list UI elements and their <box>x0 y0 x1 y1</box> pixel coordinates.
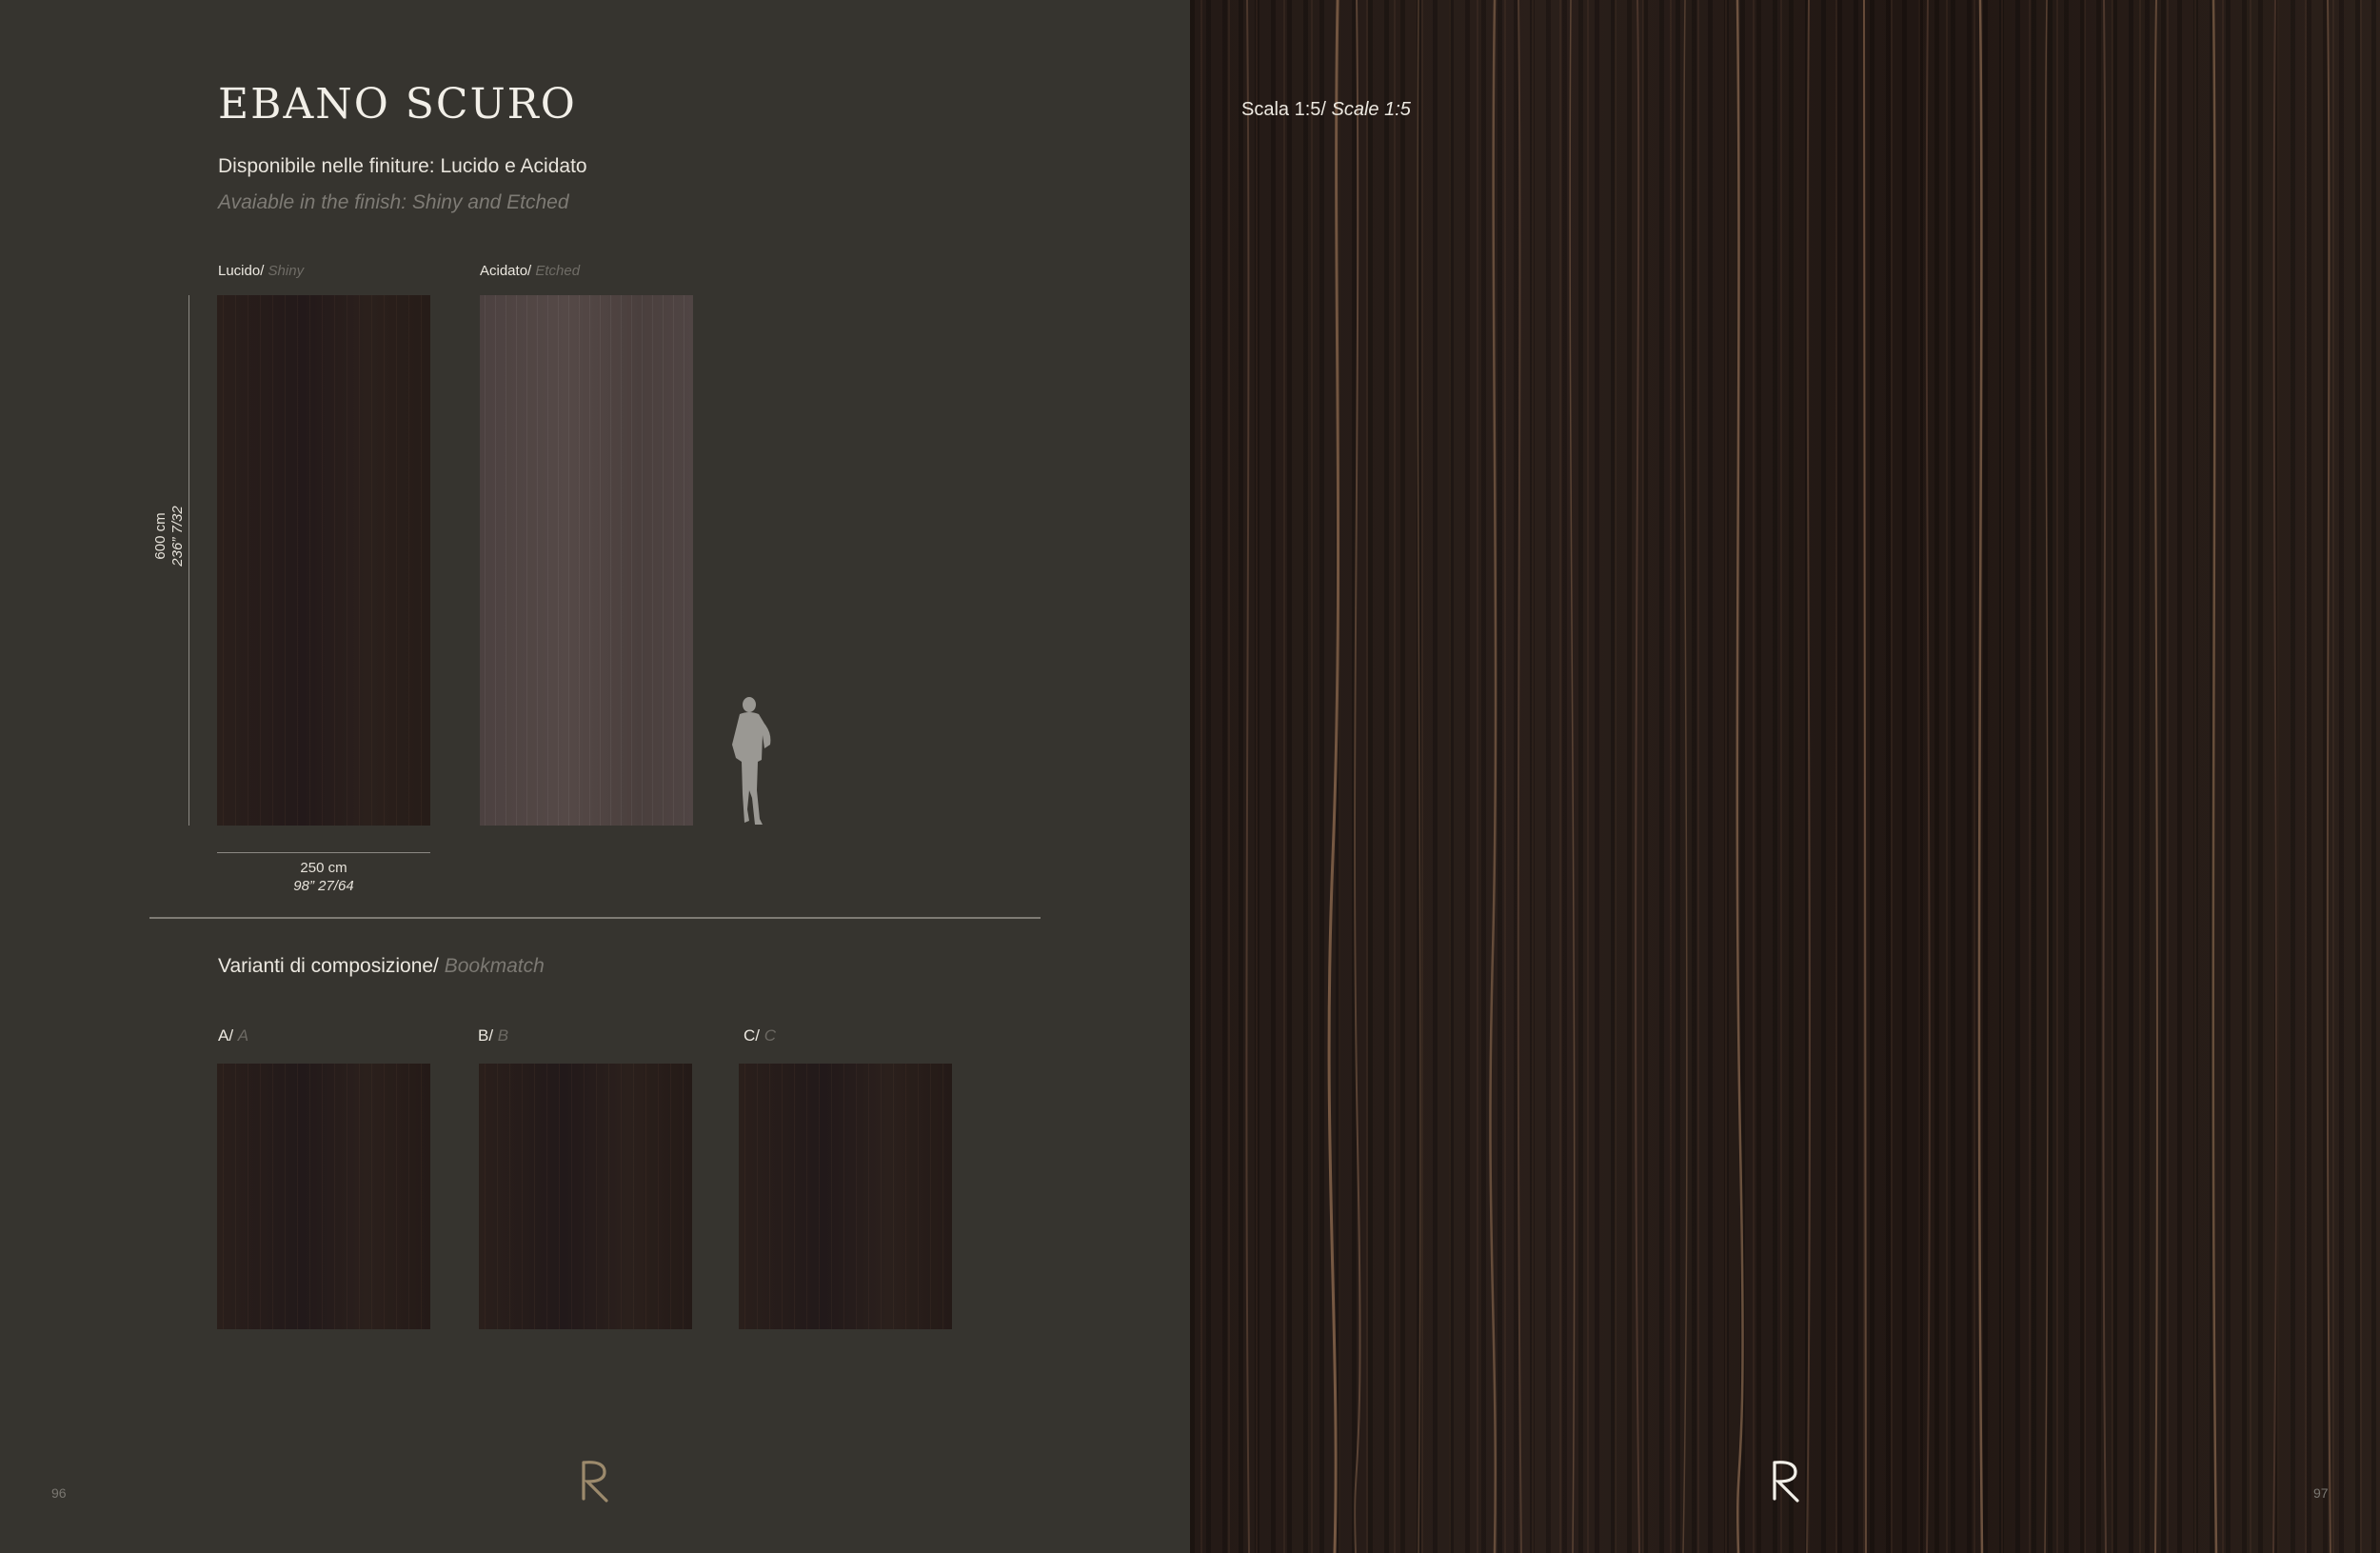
finish-label-etched: Acidato/ Etched <box>480 263 580 279</box>
scale-label-en: Scale 1:5 <box>1331 99 1411 120</box>
variant-label-b-en: B <box>497 1026 509 1045</box>
finish-label-etched-en: Etched <box>535 263 581 279</box>
variant-label-c: C/ C <box>744 1026 776 1045</box>
height-dimension-line <box>188 295 189 826</box>
wood-grain-texture <box>1245 0 2331 1553</box>
bookmatch-section-title: Varianti di composizione/ Bookmatch <box>218 955 545 978</box>
page-number-left: 96 <box>51 1485 67 1501</box>
variant-c-swatch <box>739 1064 952 1329</box>
variant-label-a-en: A <box>237 1026 249 1045</box>
variant-label-a: A/ A <box>218 1026 248 1045</box>
r-monogram-logo <box>582 1461 608 1503</box>
section-divider <box>149 917 1041 919</box>
width-dimension-imperial: 98” 27/64 <box>293 878 354 894</box>
scale-label: Scala 1:5/ Scale 1:5 <box>1241 99 1411 121</box>
finish-label-etched-it: Acidato/ <box>480 263 532 279</box>
variant-label-a-it: A/ <box>218 1026 234 1045</box>
slab-shiny-swatch <box>217 295 430 826</box>
finish-availability-en: Avaiable in the finish: Shiny and Etched <box>218 191 569 213</box>
variant-label-c-en: C <box>764 1026 777 1045</box>
bookmatch-title-it: Varianti di composizione/ <box>218 955 439 977</box>
person-silhouette-icon <box>732 697 771 825</box>
finish-availability-it: Disponibile nelle finiture: Lucido e Aci… <box>218 155 587 177</box>
variant-label-c-it: C/ <box>744 1026 760 1045</box>
scale-label-it: Scala 1:5/ <box>1241 99 1326 120</box>
page-title: EBANO SCURO <box>218 80 577 129</box>
right-page-wood-texture: Scala 1:5/ Scale 1:5 97 <box>1190 0 2380 1553</box>
variant-a-swatch <box>217 1064 430 1329</box>
r-monogram-logo-white <box>1773 1461 1799 1503</box>
finish-label-shiny-it: Lucido/ <box>218 263 265 279</box>
finish-label-shiny-en: Shiny <box>268 263 305 279</box>
height-dimension-imperial: 236” 7/32 <box>169 506 186 567</box>
variant-label-b-it: B/ <box>478 1026 494 1045</box>
height-dimension-metric: 600 cm <box>152 512 169 560</box>
width-dimension-metric: 250 cm <box>300 860 347 876</box>
height-dimension-label: 600 cm 236” 7/32 <box>152 479 187 593</box>
width-dimension-label: 250 cm 98” 27/64 <box>217 859 430 895</box>
variant-label-b: B/ B <box>478 1026 508 1045</box>
page-number-right: 97 <box>2313 1485 2329 1501</box>
finish-label-shiny: Lucido/ Shiny <box>218 263 304 279</box>
bookmatch-title-en: Bookmatch <box>444 955 545 977</box>
width-dimension-line <box>217 852 430 853</box>
variant-b-swatch <box>479 1064 692 1329</box>
slab-etched-swatch <box>480 295 693 826</box>
left-page: EBANO SCURO Disponibile nelle finiture: … <box>0 0 1190 1553</box>
